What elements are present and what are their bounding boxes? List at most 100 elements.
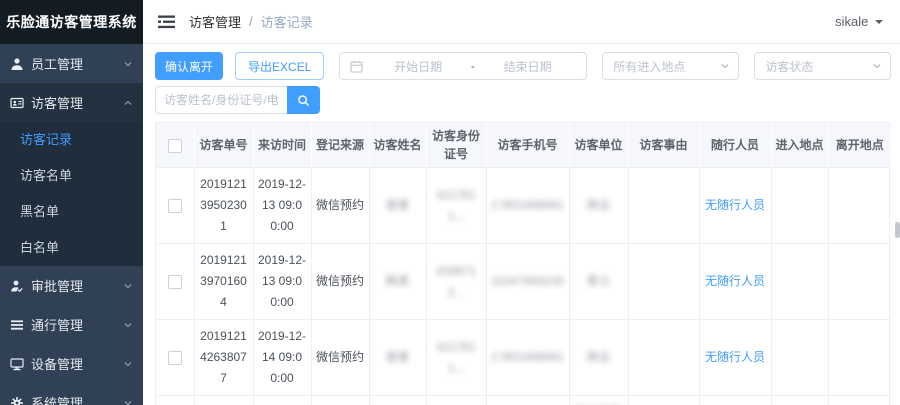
entry-location-select[interactable]: 所有进入地点 — [602, 52, 739, 80]
cell-id-redacted: 4217811... — [426, 168, 486, 244]
table-header-row: 访客单号 来访时间 登记来源 访客姓名 访客身份证号 访客手机号 访客单位 访客… — [156, 123, 891, 168]
search-input[interactable] — [155, 86, 287, 114]
sidebar-item-label: 员工管理 — [31, 54, 123, 73]
visitor-mgmt-submenu: 访客记录 访客名单 黑名单 白名单 — [0, 122, 143, 266]
sidebar-item-device-mgmt[interactable]: 设备管理 — [0, 344, 143, 383]
cell-leave-location — [828, 168, 891, 244]
start-date-placeholder[interactable]: 开始日期 — [367, 58, 469, 75]
col-company: 访客单位 — [569, 123, 628, 168]
cell-source: 微信预约 — [311, 396, 369, 405]
chevron-down-icon — [123, 398, 133, 405]
chevron-up-icon — [123, 98, 133, 108]
search-icon — [297, 94, 310, 107]
cell-name-redacted: 谢某 — [369, 168, 426, 244]
visitor-status-select-value: 访客状态 — [765, 58, 872, 75]
cell-leave-location — [828, 244, 891, 320]
gear-icon — [9, 395, 24, 405]
search-button[interactable] — [287, 86, 320, 114]
date-range-picker[interactable]: 开始日期 - 结束日期 — [339, 52, 587, 80]
cell-phone-redacted: 13720178818 — [486, 396, 569, 405]
visitor-status-select[interactable]: 访客状态 — [754, 52, 891, 80]
chevron-down-icon — [123, 320, 133, 330]
approval-icon — [9, 278, 24, 293]
user-icon — [9, 56, 24, 71]
sidebar-item-approval-mgmt[interactable]: 审批管理 — [0, 266, 143, 305]
cell-visit-time: 2019-12-14 09:00:00 — [253, 396, 311, 405]
hamburger-icon — [158, 15, 175, 29]
username: sikale — [835, 14, 868, 29]
col-enter-location: 进入地点 — [771, 123, 828, 168]
end-date-placeholder[interactable]: 结束日期 — [477, 58, 579, 75]
vertical-scrollbar-thumb[interactable] — [895, 222, 900, 238]
sidebar-item-employee-mgmt[interactable]: 员工管理 — [0, 44, 143, 83]
col-order-no: 访客单号 — [194, 123, 253, 168]
col-visit-time: 来访时间 — [253, 123, 311, 168]
cell-phone-redacted: 17801908081 — [486, 320, 569, 396]
col-name: 访客姓名 — [369, 123, 426, 168]
cell-name-redacted: 韩某 — [369, 244, 426, 320]
chevron-down-icon — [123, 359, 133, 369]
sidebar-item-label: 系统管理 — [31, 393, 123, 405]
content-area: 确认离开 导出EXCEL 开始日期 - 结束日期 所有进入地点 — [143, 44, 900, 405]
sidebar-collapse-button[interactable] — [158, 15, 175, 29]
cell-order-no: 201912149434137 — [194, 396, 253, 405]
caret-down-icon — [875, 20, 883, 28]
chevron-down-icon — [872, 61, 882, 71]
cell-id-redacted: 4217811... — [426, 320, 486, 396]
cell-id-redacted: 4206832... — [426, 396, 486, 405]
sidebar-item-blacklist[interactable]: 黑名单 — [0, 194, 143, 230]
sidebar-item-visitor-mgmt[interactable]: 访客管理 — [0, 83, 143, 122]
confirm-leave-button[interactable]: 确认离开 — [155, 52, 223, 80]
row-checkbox[interactable] — [168, 275, 182, 289]
col-companions: 随行人员 — [699, 123, 771, 168]
cell-visit-time: 2019-12-14 09:00:00 — [253, 320, 311, 396]
entry-location-select-value: 所有进入地点 — [613, 58, 720, 75]
row-checkbox[interactable] — [168, 351, 182, 365]
sidebar-item-visitor-records[interactable]: 访客记录 — [0, 122, 143, 158]
cell-reason — [628, 396, 699, 405]
cell-phone-redacted: 17801908081 — [486, 168, 569, 244]
cell-order-no: 201912139701604 — [194, 244, 253, 320]
sidebar-item-access-mgmt[interactable]: 通行管理 — [0, 305, 143, 344]
cell-enter-location — [771, 320, 828, 396]
cell-enter-location — [771, 396, 828, 405]
visitor-card-icon — [9, 95, 24, 110]
device-icon — [9, 356, 24, 371]
col-leave-location: 离开地点 — [828, 123, 891, 168]
cell-company-redacted: 深圳市某某网络科技有限公司 — [569, 396, 628, 405]
sidebar-item-label: 通行管理 — [31, 315, 123, 334]
sidebar-item-system-mgmt[interactable]: 系统管理 — [0, 383, 143, 405]
cell-order-no: 201912142638077 — [194, 320, 253, 396]
select-all-checkbox[interactable] — [168, 139, 182, 153]
pass-list-icon — [9, 317, 24, 332]
cell-enter-location — [771, 244, 828, 320]
sidebar-item-label: 审批管理 — [31, 276, 123, 295]
table-row: 201912139701604 2019-12-13 09:00:00 微信预约… — [156, 244, 891, 320]
user-menu[interactable]: sikale — [835, 14, 883, 29]
cell-enter-location — [771, 168, 828, 244]
cell-company-redacted: 景士 — [569, 244, 628, 320]
companions-link[interactable]: 无随行人员 — [705, 198, 765, 212]
cell-reason — [628, 244, 699, 320]
cell-source: 微信预约 — [311, 168, 369, 244]
table-row: 201912142638077 2019-12-14 09:00:00 微信预约… — [156, 320, 891, 396]
row-checkbox[interactable] — [168, 199, 182, 213]
col-id-number: 访客身份证号 — [426, 123, 486, 168]
topbar: 访客管理 / 访客记录 sikale — [143, 0, 900, 44]
companions-link[interactable]: 无随行人员 — [705, 274, 765, 288]
calendar-icon — [350, 60, 363, 73]
breadcrumb-parent[interactable]: 访客管理 — [189, 12, 241, 31]
sidebar-item-whitelist[interactable]: 白名单 — [0, 230, 143, 266]
breadcrumb-current: 访客记录 — [261, 12, 313, 31]
main-panel: 访客管理 / 访客记录 sikale 确认离开 导出EXCEL 开始日期 - — [143, 0, 900, 405]
export-excel-button[interactable]: 导出EXCEL — [235, 52, 324, 80]
companions-link[interactable]: 无随行人员 — [705, 350, 765, 364]
cell-order-no: 201912139502301 — [194, 168, 253, 244]
date-range-separator: - — [471, 59, 475, 73]
cell-source: 微信预约 — [311, 244, 369, 320]
app-window: 乐脸通访客管理系统 员工管理 访客管理 访客记录 访客名单 黑名单 白名单 — [0, 0, 900, 405]
sidebar: 乐脸通访客管理系统 员工管理 访客管理 访客记录 访客名单 黑名单 白名单 — [0, 0, 143, 405]
sidebar-item-visitor-list[interactable]: 访客名单 — [0, 158, 143, 194]
cell-reason — [628, 168, 699, 244]
visitor-records-table: 访客单号 来访时间 登记来源 访客姓名 访客身份证号 访客手机号 访客单位 访客… — [155, 122, 890, 405]
